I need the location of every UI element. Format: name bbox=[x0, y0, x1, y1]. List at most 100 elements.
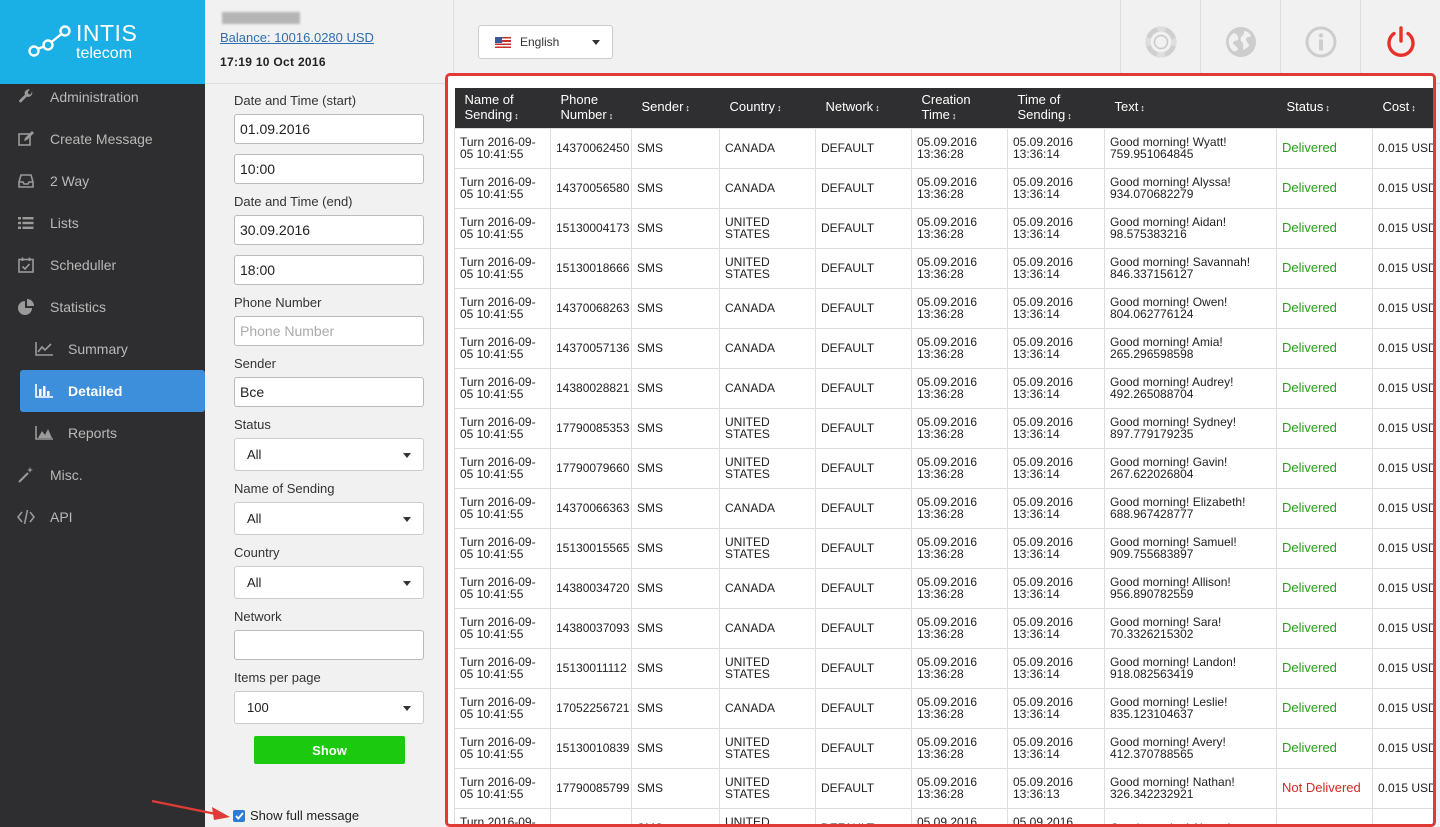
table-row[interactable]: Turn 2016-09-05 10:41:55 14370068263 SMS CA… bbox=[454, 287, 1433, 329]
nav-label: Lists bbox=[50, 215, 79, 231]
table-row[interactable]: Turn 2016-09-05 10:41:55 15130010839 SMS UN… bbox=[454, 727, 1433, 769]
logout-button[interactable] bbox=[1360, 0, 1440, 84]
cell-sender: SMS bbox=[631, 687, 720, 729]
sort-icon[interactable]: ↕ bbox=[1325, 103, 1330, 113]
cell-time-of-sending: 05.09.2016 13:36:13 bbox=[1007, 767, 1105, 809]
nav-misc[interactable]: Misc. bbox=[0, 454, 205, 496]
cell-cost: 0.015 USD bbox=[1372, 367, 1433, 409]
cell-phone-number: 14380037093 bbox=[550, 607, 632, 649]
cell-network: DEFAULT bbox=[815, 607, 912, 649]
checkbox-checked-icon[interactable] bbox=[233, 809, 245, 822]
sort-icon[interactable]: ↕ bbox=[952, 111, 957, 121]
cell-country: CANADA bbox=[719, 367, 816, 409]
nav-summary[interactable]: Summary bbox=[0, 328, 205, 370]
column-header-sender[interactable]: Sender ↕ bbox=[631, 88, 720, 128]
cell-cost: 0.015 USD bbox=[1372, 447, 1433, 489]
table-row[interactable]: Turn 2016-09-05 10:41:55 17790079660 SMS UN… bbox=[454, 447, 1433, 489]
sort-icon[interactable]: ↕ bbox=[1411, 103, 1416, 113]
column-header-phone-number[interactable]: Phone Number ↕ bbox=[550, 88, 632, 128]
table-row[interactable]: Turn 2016-09-05 10:41:55 SMSUNITED STATES… bbox=[454, 807, 1433, 824]
phone-number-input[interactable] bbox=[234, 316, 424, 346]
column-header-network[interactable]: Network ↕ bbox=[815, 88, 912, 128]
start-time-input[interactable] bbox=[234, 154, 424, 184]
table-row[interactable]: Turn 2016-09-05 10:41:55 14370056580 SMS CA… bbox=[454, 167, 1433, 209]
country-select-value: All bbox=[247, 575, 262, 590]
network-input[interactable] bbox=[234, 630, 424, 660]
nav-detailed[interactable]: Detailed bbox=[20, 370, 205, 412]
cell-country: CANADA bbox=[719, 607, 816, 649]
account-info: Balance: 10016.0280 USD 17:19 10 Oct 201… bbox=[220, 12, 374, 69]
column-header-cost[interactable]: Cost ↕ bbox=[1372, 88, 1433, 128]
column-header-text[interactable]: Text ↕ bbox=[1104, 88, 1277, 128]
nav-scheduller[interactable]: Scheduller bbox=[0, 244, 205, 286]
country-label: Country bbox=[234, 545, 280, 560]
column-header-status[interactable]: Status ↕ bbox=[1276, 88, 1373, 128]
sort-icon[interactable]: ↕ bbox=[609, 111, 614, 121]
table-row[interactable]: Turn 2016-09-05 10:41:55 14380034720 SMS CA… bbox=[454, 567, 1433, 609]
table-row[interactable]: Turn 2016-09-05 10:41:55 17790085799 SMS UN… bbox=[454, 767, 1433, 809]
cell-text: Good morning! Samuel! 909.755683897 bbox=[1104, 527, 1277, 569]
table-row[interactable]: Turn 2016-09-05 10:41:55 17052256721 SMS CA… bbox=[454, 687, 1433, 729]
support-button[interactable] bbox=[1120, 0, 1200, 84]
status-select[interactable]: All bbox=[234, 438, 424, 471]
table-row[interactable]: Turn 2016-09-05 10:41:55 15130015565 SMS UN… bbox=[454, 527, 1433, 569]
nav-api[interactable]: API bbox=[0, 496, 205, 538]
language-globe-button[interactable] bbox=[1200, 0, 1280, 84]
show-button[interactable]: Show bbox=[254, 736, 405, 764]
table-row[interactable]: Turn 2016-09-05 10:41:55 14370057136 SMS CA… bbox=[454, 327, 1433, 369]
line-chart-icon bbox=[34, 341, 54, 357]
column-header-label: Text bbox=[1114, 99, 1139, 115]
column-header-time-of-sending[interactable]: Time of Sending ↕ bbox=[1007, 88, 1105, 128]
sort-icon[interactable]: ↕ bbox=[1140, 103, 1145, 113]
cell-network: DEFAULT bbox=[815, 647, 912, 689]
table-row[interactable]: Turn 2016-09-05 10:41:55 14380028821 SMS CA… bbox=[454, 367, 1433, 409]
cell-country: UNITED STATES bbox=[719, 647, 816, 689]
table-row[interactable]: Turn 2016-09-05 10:41:55 15130004173 SMS UN… bbox=[454, 207, 1433, 249]
sort-icon[interactable]: ↕ bbox=[685, 103, 690, 113]
brand-logo[interactable]: INTIS telecom bbox=[0, 0, 205, 84]
nav-statistics[interactable]: Statistics bbox=[0, 286, 205, 328]
table-row[interactable]: Turn 2016-09-05 10:41:55 14370066363 SMS CA… bbox=[454, 487, 1433, 529]
sort-icon[interactable]: ↕ bbox=[875, 103, 880, 113]
table-row[interactable]: Turn 2016-09-05 10:41:55 14370062450 SMS CA… bbox=[454, 127, 1433, 169]
status-label: Status bbox=[234, 417, 271, 432]
cell-creation-time: 05.09.2016 13:36:28 bbox=[911, 407, 1008, 449]
column-header-creation-time[interactable]: Creation Time ↕ bbox=[911, 88, 1008, 128]
show-full-message-toggle[interactable]: Show full message bbox=[233, 808, 359, 823]
country-select[interactable]: All bbox=[234, 566, 424, 599]
column-header-name-of-sending[interactable]: Name of Sending ↕ bbox=[454, 88, 551, 128]
cell-time-of-sending: 05.09.2016 13:36:14 bbox=[1007, 287, 1105, 329]
us-flag-icon bbox=[495, 36, 511, 48]
info-button[interactable] bbox=[1280, 0, 1360, 84]
cell-cost: 0.015 USD bbox=[1372, 287, 1433, 329]
nav-administration[interactable]: Administration bbox=[0, 76, 205, 118]
table-row[interactable]: Turn 2016-09-05 10:41:55 17790085353 SMS UN… bbox=[454, 407, 1433, 449]
nav-lists[interactable]: Lists bbox=[0, 202, 205, 244]
cell-status: Delivered bbox=[1276, 607, 1373, 649]
column-header-label: Status bbox=[1286, 99, 1324, 115]
end-time-input[interactable] bbox=[234, 255, 424, 285]
nav-label: Administration bbox=[50, 89, 139, 105]
cell-sender: SMS bbox=[631, 727, 720, 769]
sender-input[interactable] bbox=[234, 377, 424, 407]
balance-link[interactable]: Balance: 10016.0280 USD bbox=[220, 30, 374, 45]
nav-2-way[interactable]: 2 Way bbox=[0, 160, 205, 202]
name-of-sending-select[interactable]: All bbox=[234, 502, 424, 535]
start-date-input[interactable] bbox=[234, 114, 424, 144]
cell-name-of-sending: Turn 2016-09-05 10:41:55 bbox=[454, 647, 551, 689]
end-date-input[interactable] bbox=[234, 215, 424, 245]
column-header-country[interactable]: Country ↕ bbox=[719, 88, 816, 128]
table-row[interactable]: Turn 2016-09-05 10:41:55 15130011112 SMS UN… bbox=[454, 647, 1433, 689]
sort-icon[interactable]: ↕ bbox=[1067, 111, 1072, 121]
cell-cost: 0.015 USD bbox=[1372, 767, 1433, 809]
sort-icon[interactable]: ↕ bbox=[777, 103, 782, 113]
language-select[interactable]: English bbox=[478, 25, 613, 59]
chevron-down-icon bbox=[403, 453, 411, 458]
items-per-page-select[interactable]: 100 bbox=[234, 691, 424, 724]
sort-icon[interactable]: ↕ bbox=[514, 111, 519, 121]
nav-reports[interactable]: Reports bbox=[0, 412, 205, 454]
nav-create-message[interactable]: Create Message bbox=[0, 118, 205, 160]
table-row[interactable]: Turn 2016-09-05 10:41:55 14380037093 SMS CA… bbox=[454, 607, 1433, 649]
table-row[interactable]: Turn 2016-09-05 10:41:55 15130018666 SMS UN… bbox=[454, 247, 1433, 289]
cell-name-of-sending: Turn 2016-09-05 10:41:55 bbox=[454, 287, 551, 329]
